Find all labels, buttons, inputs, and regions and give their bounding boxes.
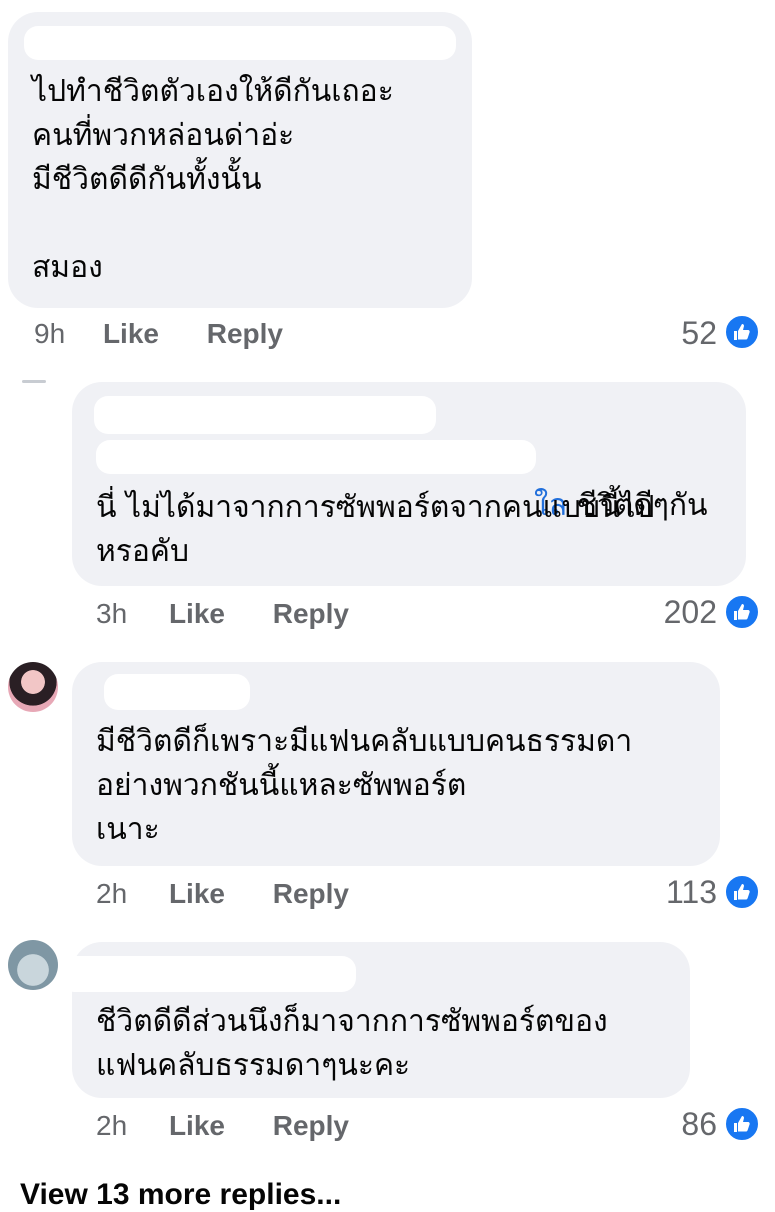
avatar[interactable] [8, 662, 58, 712]
like-button[interactable]: Like [169, 1110, 225, 1141]
reply-button[interactable]: Reply [273, 598, 349, 629]
comment-time: 9h [34, 318, 66, 349]
reply-button[interactable]: Reply [273, 1110, 349, 1141]
comment-time: 3h [96, 598, 128, 629]
avatar[interactable] [8, 940, 58, 990]
comment-text-1: ไปทำชีวิตตัวเองให้ดีกันเถอะ คนที่พวกหล่อ… [32, 74, 394, 285]
thumbs-up-icon [724, 874, 760, 910]
comment-meta-2: 3h Like Reply [96, 598, 349, 630]
reply-button[interactable]: Reply [207, 318, 283, 349]
like-button[interactable]: Like [169, 598, 225, 629]
comment-text-4: ชีวิตดีดีส่วนนึงก็มาจากการซัพพอร์ตของ แฟ… [96, 1004, 608, 1083]
redacted-author-name [104, 674, 250, 710]
comment-time: 2h [96, 878, 128, 909]
comment-text-3: มีชีวิตดีก็เพราะมีแฟนคลับแบบคนธรรมดา อย่… [96, 724, 633, 847]
redacted-author-name [24, 26, 456, 60]
reaction-count[interactable]: 86 [681, 1106, 717, 1143]
thumbs-up-icon [724, 594, 760, 630]
comment-text-2-rest: นี่ ไม่ได้มาจากการซัพพอร์ตจากคนแบบนี้ไป … [96, 490, 655, 569]
like-button[interactable]: Like [103, 318, 159, 349]
comment-meta-3: 2h Like Reply [96, 878, 349, 910]
view-more-replies-link[interactable]: View 13 more replies... [20, 1178, 341, 1212]
thumbs-up-icon [724, 314, 760, 350]
thread-connector [22, 380, 46, 383]
redacted-author-name [60, 956, 356, 992]
reaction-count[interactable]: 52 [681, 315, 717, 352]
thumbs-up-icon [724, 1106, 760, 1142]
reaction-count[interactable]: 202 [664, 594, 717, 631]
reaction-count[interactable]: 113 [666, 874, 717, 911]
like-button[interactable]: Like [169, 878, 225, 909]
redacted-author-name [94, 396, 436, 434]
comment-meta-4: 2h Like Reply [96, 1110, 349, 1142]
comment-meta-1: 9h Like Reply [34, 318, 283, 350]
reply-button[interactable]: Reply [273, 878, 349, 909]
comment-time: 2h [96, 1110, 128, 1141]
